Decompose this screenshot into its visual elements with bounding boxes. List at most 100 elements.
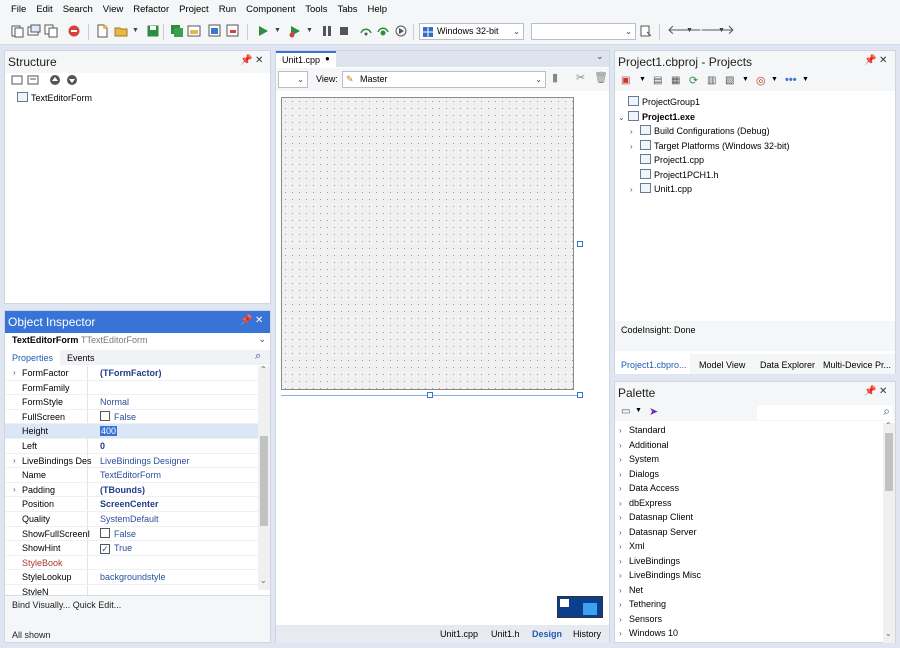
tab-data-explorer[interactable]: Data Explorer: [760, 360, 815, 370]
tab-unit1-cpp[interactable]: Unit1.cpp ●: [276, 51, 336, 67]
open-folder-icon[interactable]: [114, 24, 128, 38]
view-icon[interactable]: ▧: [725, 75, 734, 86]
property-row[interactable]: FormStyle Normal: [5, 395, 270, 410]
add-to-project-icon[interactable]: [208, 24, 222, 38]
chevron-right-icon[interactable]: ›: [13, 483, 16, 497]
pointer-icon[interactable]: ➤: [649, 405, 658, 418]
new-project-icon[interactable]: ▣: [621, 75, 630, 86]
palette-category[interactable]: › Additional: [619, 438, 669, 453]
menu-help[interactable]: Help: [363, 0, 393, 19]
property-value[interactable]: ScreenCenter: [100, 497, 159, 511]
palette-dropdown-icon[interactable]: ▼: [635, 407, 642, 414]
property-value[interactable]: ✓ True: [100, 541, 132, 555]
run-dropdown-icon[interactable]: ▼: [274, 27, 281, 34]
property-row[interactable]: Left 0: [5, 439, 270, 454]
menu-tools[interactable]: Tools: [300, 0, 332, 19]
forward-dropdown-icon[interactable]: ▼: [718, 27, 725, 34]
checkbox[interactable]: ✓: [100, 544, 110, 555]
pin-icon[interactable]: 📌: [240, 55, 252, 66]
palette-category[interactable]: › Net: [619, 583, 643, 598]
collapse-structure-icon[interactable]: [27, 74, 39, 86]
property-value[interactable]: TextEditorForm: [100, 468, 161, 482]
resize-handle-bottom[interactable]: [427, 392, 433, 398]
refresh-icon[interactable]: ⟳: [689, 74, 698, 87]
more-icon[interactable]: •••: [785, 74, 797, 86]
chevron-right-icon[interactable]: ›: [13, 366, 16, 380]
palette-category[interactable]: › Datasnap Server: [619, 525, 697, 540]
view-settings-icon[interactable]: ▮: [552, 71, 558, 84]
target-dropdown-icon[interactable]: ▼: [771, 76, 778, 83]
palette-category[interactable]: › Data Access: [619, 481, 679, 496]
property-row[interactable]: Height 400: [5, 424, 270, 439]
run-without-debug-icon[interactable]: [288, 24, 302, 38]
config-dropdown[interactable]: ⌄: [531, 23, 636, 40]
bottom-tab-design[interactable]: Design: [532, 629, 562, 639]
new-dropdown-icon[interactable]: ▼: [639, 76, 646, 83]
open-window-icon[interactable]: [27, 24, 41, 38]
property-value[interactable]: backgroundstyle: [100, 570, 166, 584]
close-icon[interactable]: ✕: [879, 55, 887, 66]
property-value[interactable]: Normal: [100, 395, 129, 409]
view-dropdown[interactable]: ✎ Master ⌄: [342, 71, 546, 88]
property-row[interactable]: FullScreen False: [5, 410, 270, 425]
property-row[interactable]: StyleBook: [5, 556, 270, 571]
style-dropdown[interactable]: ⌄: [278, 71, 308, 88]
scrollbar-thumb[interactable]: [260, 436, 268, 526]
project-tree-item[interactable]: ProjectGroup1: [618, 95, 700, 109]
stop-icon[interactable]: [337, 24, 351, 38]
remove-from-project-icon[interactable]: [226, 24, 240, 38]
more-dropdown-icon[interactable]: ▼: [802, 76, 809, 83]
property-value[interactable]: False: [100, 527, 136, 541]
menu-refactor[interactable]: Refactor: [128, 0, 174, 19]
menu-component[interactable]: Component: [241, 0, 300, 19]
menu-view[interactable]: View: [98, 0, 128, 19]
property-row[interactable]: Name TextEditorForm: [5, 468, 270, 483]
close-icon[interactable]: ✕: [255, 315, 263, 326]
property-row[interactable]: › Padding (TBounds): [5, 483, 270, 498]
palette-category[interactable]: › Windows 10: [619, 626, 678, 641]
resize-handle-corner[interactable]: [577, 392, 583, 398]
palette-category[interactable]: › LiveBindings: [619, 554, 680, 569]
menu-run[interactable]: Run: [214, 0, 241, 19]
palette-category[interactable]: › Datasnap Client: [619, 510, 693, 525]
unlink-icon[interactable]: ✂: [576, 71, 585, 84]
property-value[interactable]: (TBounds): [100, 483, 145, 497]
checkbox[interactable]: [100, 410, 110, 421]
chevron-icon[interactable]: ›: [630, 125, 640, 139]
form-designer-canvas[interactable]: [281, 97, 574, 390]
move-up-icon[interactable]: [49, 74, 61, 86]
property-row[interactable]: ShowHint ✓ True: [5, 541, 270, 556]
run-to-cursor-icon[interactable]: [394, 24, 408, 38]
build-icon[interactable]: ▥: [707, 75, 716, 86]
sync-icon[interactable]: ▤: [653, 75, 662, 86]
property-value[interactable]: (TFormFactor): [100, 366, 162, 380]
chevron-icon[interactable]: ›: [630, 140, 640, 154]
pause-icon[interactable]: [320, 24, 334, 38]
palette-page-icon[interactable]: ▭: [621, 406, 630, 417]
chevron-icon[interactable]: ›: [630, 183, 640, 197]
save-all-icon[interactable]: [170, 24, 184, 38]
close-icon[interactable]: ✕: [255, 55, 263, 66]
property-value[interactable]: LiveBindings Designer: [100, 454, 190, 468]
property-row[interactable]: FormFamily: [5, 381, 270, 396]
project-tree-item[interactable]: Project1.cpp: [630, 153, 704, 167]
property-value[interactable]: 0: [100, 439, 105, 453]
scroll-up-icon[interactable]: ⌃: [260, 366, 267, 374]
remove-icon[interactable]: [67, 24, 81, 38]
back-arrow-icon[interactable]: 🡐: [667, 22, 702, 38]
save-icon[interactable]: [146, 24, 160, 38]
object-selector[interactable]: TextEditorForm TTextEditorForm ⌄: [5, 333, 270, 349]
open-project-icon[interactable]: [187, 24, 201, 38]
palette-search-input[interactable]: ⌕: [757, 404, 893, 420]
pin-icon[interactable]: 📌: [864, 386, 876, 397]
palette-category[interactable]: › LiveBindings Misc: [619, 568, 701, 583]
project-tree-item[interactable]: Project1PCH1.h: [630, 168, 719, 182]
menu-tabs[interactable]: Tabs: [332, 0, 362, 19]
move-down-icon[interactable]: [66, 74, 78, 86]
menu-file[interactable]: File: [6, 0, 31, 19]
checkbox[interactable]: [100, 527, 110, 538]
tab-project1-cbproj[interactable]: Project1.cbpro...: [615, 354, 690, 374]
delete-view-icon[interactable]: 🗑: [594, 71, 608, 84]
scroll-down-icon[interactable]: ⌄: [260, 576, 267, 585]
close-icon[interactable]: ✕: [879, 386, 887, 397]
